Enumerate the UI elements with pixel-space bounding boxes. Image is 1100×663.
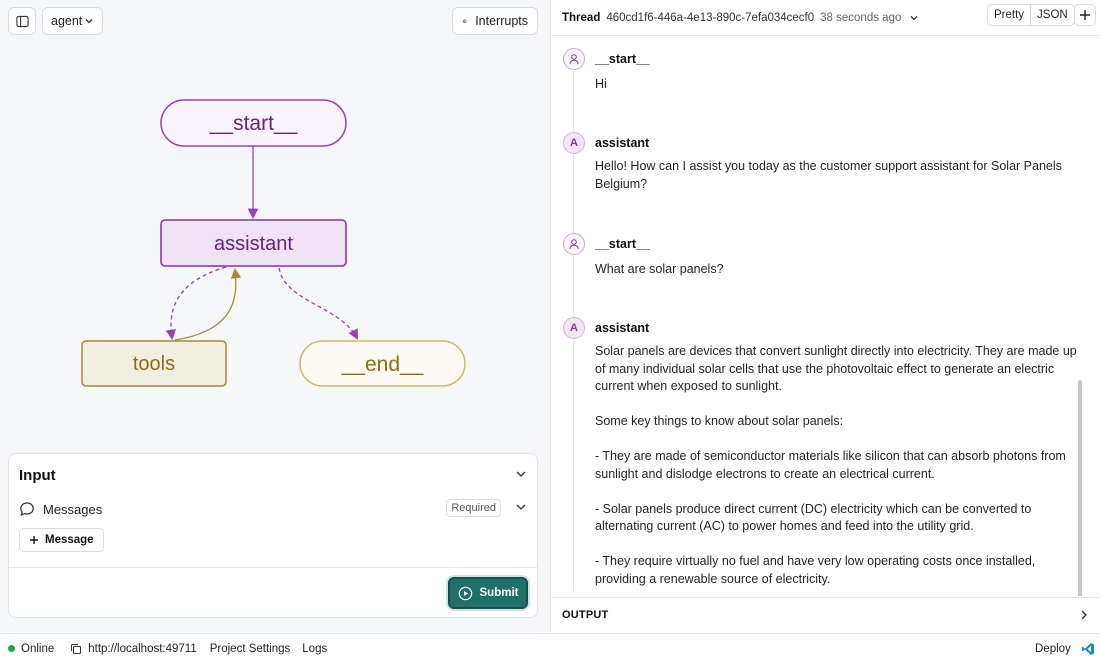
message-bubble-icon: [20, 502, 34, 517]
user-icon: [569, 239, 579, 250]
vscode-icon[interactable]: [1081, 642, 1095, 659]
scrollbar[interactable]: [1078, 380, 1082, 596]
add-message-button[interactable]: Message: [19, 528, 104, 552]
play-circle-icon: [458, 586, 472, 600]
output-section-toggle[interactable]: OUTPUT: [551, 597, 1100, 632]
user-icon: [569, 54, 579, 65]
online-status-dot: [8, 645, 15, 652]
thread-header: Thread 460cd1f6-446a-4e13-890c-7efa034ce…: [551, 0, 1100, 36]
thread-label: Thread: [562, 11, 601, 24]
node-end-label: __end__: [341, 353, 424, 376]
deploy-link[interactable]: Deploy: [1035, 643, 1071, 655]
server-url[interactable]: http://localhost:49711: [88, 643, 196, 655]
chevron-right-icon: [1081, 610, 1087, 620]
edge-tools-assistant: [174, 267, 242, 341]
copy-icon[interactable]: [70, 643, 82, 655]
thread-dropdown-toggle[interactable]: [909, 13, 919, 23]
plus-icon: [1080, 10, 1090, 20]
assistant-avatar: A: [563, 132, 585, 154]
message-role: assistant: [595, 321, 650, 335]
graph-pane: agent Interrupts __start__ assistant too…: [0, 0, 550, 632]
node-tools[interactable]: tools: [81, 340, 227, 387]
chevron-down-icon: [85, 19, 93, 24]
bug-icon: [462, 19, 467, 24]
interrupts-label: Interrupts: [475, 14, 528, 28]
input-divider: [9, 567, 537, 568]
node-assistant[interactable]: assistant: [160, 219, 347, 267]
graph-select[interactable]: agent: [42, 7, 103, 35]
plus-icon: [30, 536, 38, 544]
input-panel: Input Messages Required Message Submit: [8, 453, 538, 618]
thread-timestamp: 38 seconds ago: [820, 11, 902, 24]
view-pretty-button[interactable]: Pretty: [988, 5, 1030, 25]
sidebar-icon: [15, 15, 29, 27]
chevron-down-icon[interactable]: [515, 468, 527, 480]
project-settings-link[interactable]: Project Settings: [210, 643, 291, 655]
message-role: assistant: [595, 136, 650, 150]
status-bar: Online http://localhost:49711 Project Se…: [0, 633, 1100, 663]
user-avatar: [563, 48, 585, 70]
chevron-down-icon[interactable]: [515, 501, 527, 513]
view-json-button[interactable]: JSON: [1031, 5, 1074, 25]
node-tools-label: tools: [133, 353, 175, 375]
user-avatar: [563, 233, 585, 255]
message-text: Solar panels are devices that convert su…: [595, 344, 1077, 586]
view-toggle: Pretty JSON: [987, 4, 1075, 26]
message-text: Hi: [595, 77, 607, 91]
new-thread-button[interactable]: [1074, 4, 1096, 26]
required-badge: Required: [446, 499, 501, 517]
node-start-label: __start__: [209, 112, 298, 135]
message-role: __start__: [595, 52, 650, 66]
message-text: What are solar panels?: [595, 262, 724, 276]
thread-messages[interactable]: __start__ Hi A assistant Hello! How can …: [551, 37, 1100, 596]
thread-id[interactable]: 460cd1f6-446a-4e13-890c-7efa034cecf0: [606, 12, 814, 24]
message-role: __start__: [595, 237, 650, 251]
submit-label: Submit: [479, 587, 519, 599]
chevron-down-icon: [910, 15, 918, 20]
edge-assistant-end: [278, 267, 358, 340]
sidebar-toggle-button[interactable]: [8, 7, 36, 35]
node-assistant-label: assistant: [214, 233, 293, 255]
submit-button[interactable]: Submit: [448, 577, 528, 609]
edge-assistant-tools: [165, 266, 227, 341]
thread-pane: Thread 460cd1f6-446a-4e13-890c-7efa034ce…: [551, 0, 1100, 632]
output-label: OUTPUT: [562, 609, 609, 621]
messages-label: Messages: [43, 501, 103, 517]
node-end[interactable]: __end__: [299, 340, 466, 387]
interrupts-button[interactable]: Interrupts: [452, 7, 538, 35]
input-title: Input: [19, 467, 56, 484]
online-status-label: Online: [21, 642, 55, 655]
add-message-label: Message: [45, 534, 94, 546]
logs-link[interactable]: Logs: [302, 643, 327, 655]
node-start[interactable]: __start__: [160, 99, 347, 147]
assistant-avatar: A: [563, 317, 585, 339]
messages-field-row: Messages Required: [19, 498, 527, 520]
graph-select-value: agent: [51, 14, 83, 28]
message-text: Hello! How can I assist you today as the…: [595, 159, 1062, 191]
graph-canvas: __start__ assistant tools __end__: [81, 99, 466, 387]
